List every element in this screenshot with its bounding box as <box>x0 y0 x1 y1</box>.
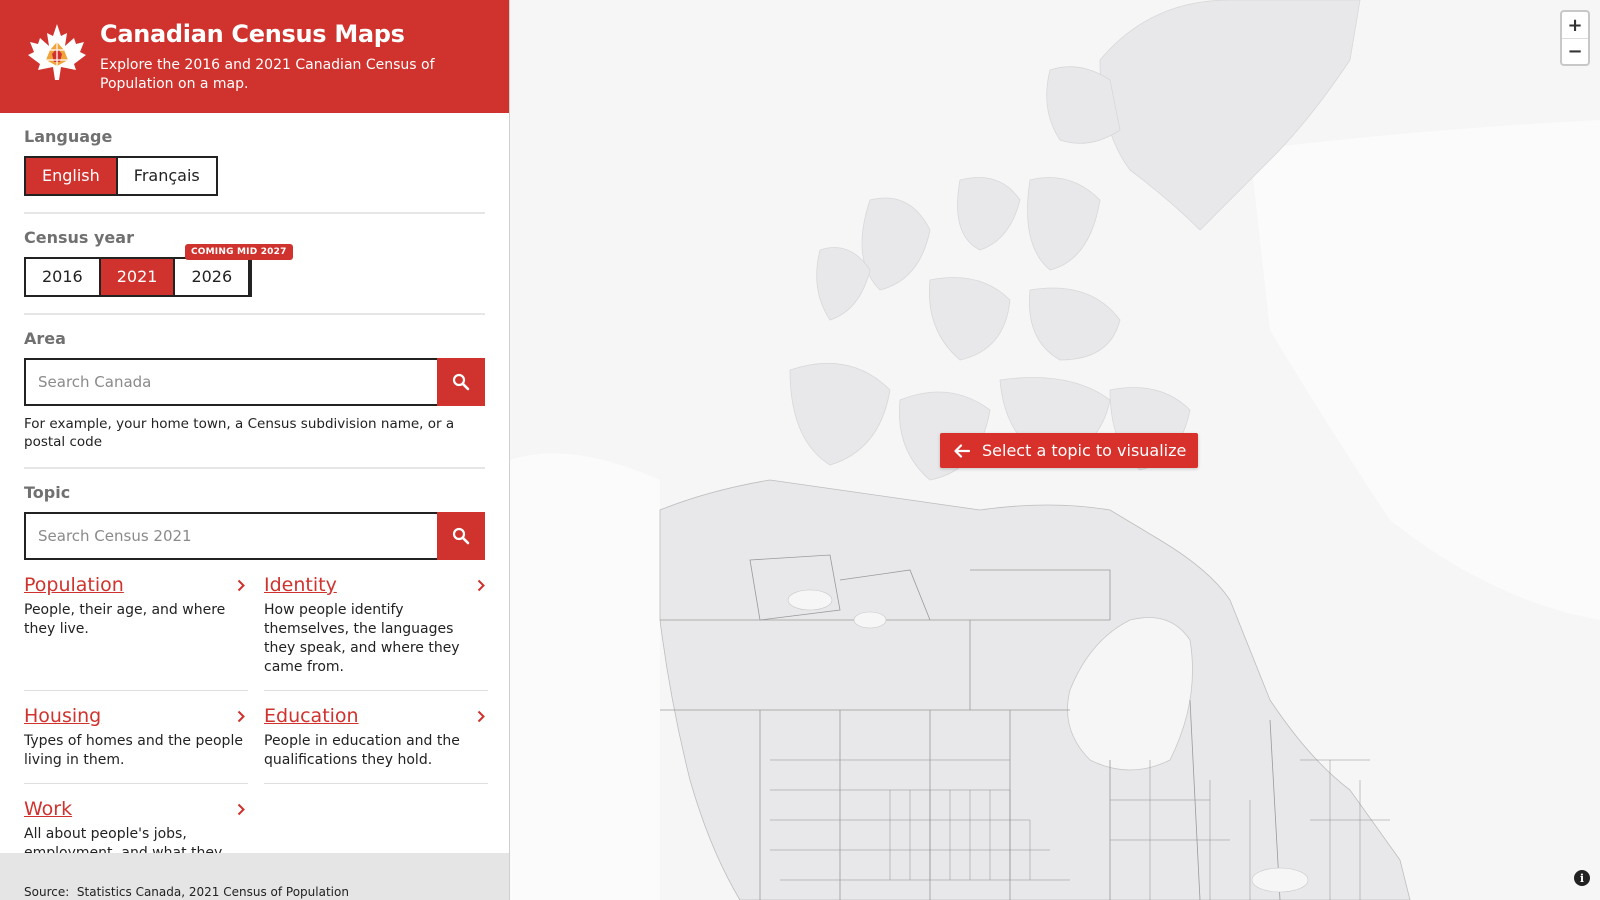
maple-leaf-logo <box>28 24 86 80</box>
topic-head: Work <box>24 798 248 820</box>
topic-education[interactable]: Education People in education and the qu… <box>264 705 488 784</box>
app-header: Canadian Census Maps Explore the 2016 an… <box>0 0 509 113</box>
zoom-out-button[interactable]: − <box>1562 38 1588 64</box>
topic-search-button[interactable] <box>437 512 485 560</box>
chevron-right-icon[interactable] <box>474 578 488 592</box>
topic-housing-link[interactable]: Housing <box>24 705 101 727</box>
census-year-section: Census year 2016 2021 2026 COMING MID 20… <box>24 214 485 315</box>
app-subtitle: Explore the 2016 and 2021 Canadian Censu… <box>100 57 435 92</box>
chevron-right-icon[interactable] <box>474 709 488 723</box>
topic-population[interactable]: Population People, their age, and where … <box>24 574 248 691</box>
app-title: Canadian Census Maps <box>100 20 405 48</box>
language-french-button[interactable]: Français <box>117 158 216 194</box>
arrow-left-icon <box>954 443 970 458</box>
area-section: Area Search Canada For example, your hom… <box>24 315 485 469</box>
search-icon <box>452 373 470 391</box>
area-search-button[interactable] <box>437 358 485 406</box>
header-text: Canadian Census Maps Explore the 2016 an… <box>100 18 485 94</box>
select-topic-label: Select a topic to visualize <box>982 441 1187 460</box>
census-year-toggle: 2016 2021 2026 COMING MID 2027 <box>24 244 293 297</box>
zoom-control: + − <box>1560 10 1590 66</box>
topic-head: Education <box>264 705 488 727</box>
topic-label: Topic <box>24 483 71 502</box>
language-english-button[interactable]: English <box>26 158 118 194</box>
topic-education-link[interactable]: Education <box>264 705 359 727</box>
topic-head: Housing <box>24 705 248 727</box>
sidebar-content: Language English Français Census year 20… <box>0 113 509 900</box>
year-2026-button[interactable]: 2026 <box>175 259 251 295</box>
year-2021-button[interactable]: 2021 <box>100 259 176 295</box>
app: Canadian Census Maps Explore the 2016 an… <box>0 0 1600 900</box>
sidebar: Canadian Census Maps Explore the 2016 an… <box>0 0 510 900</box>
source-text: Statistics Canada, 2021 Census of Popula… <box>76 885 349 899</box>
source-label: Source: <box>24 885 70 899</box>
select-topic-prompt[interactable]: Select a topic to visualize <box>940 433 1199 468</box>
map-view[interactable]: + − Select a topic to visualize i <box>510 0 1600 900</box>
topic-education-description: People in education and the qualificatio… <box>264 733 460 768</box>
topic-search-input[interactable]: Search Census 2021 <box>24 512 437 560</box>
topic-head: Identity <box>264 574 488 596</box>
topic-population-description: People, their age, and where they live. <box>24 602 226 637</box>
chevron-right-icon[interactable] <box>234 802 248 816</box>
topic-population-link[interactable]: Population <box>24 574 124 596</box>
chevron-right-icon[interactable] <box>234 709 248 723</box>
area-hint: For example, your home town, a Census su… <box>24 416 455 450</box>
topic-search: Search Census 2021 <box>24 512 485 560</box>
topic-housing-description: Types of homes and the people living in … <box>24 733 243 768</box>
zoom-in-button[interactable]: + <box>1562 12 1588 38</box>
area-label: Area <box>24 329 66 348</box>
topic-work-link[interactable]: Work <box>24 798 72 820</box>
language-toggle: English Français <box>24 156 218 196</box>
coming-soon-badge: COMING MID 2027 <box>185 244 293 260</box>
topic-section: Topic Search Census 2021 Population Peop… <box>24 469 488 900</box>
area-search: Search Canada <box>24 358 485 406</box>
language-section: Language English Français <box>24 113 485 214</box>
year-2016-button[interactable]: 2016 <box>26 259 101 295</box>
topic-identity-description: How people identify themselves, the lang… <box>264 602 460 675</box>
source-footer: Source: Statistics Canada, 2021 Census o… <box>0 853 509 900</box>
topic-housing[interactable]: Housing Types of homes and the people li… <box>24 705 248 784</box>
topic-identity-link[interactable]: Identity <box>264 574 337 596</box>
area-search-input[interactable]: Search Canada <box>24 358 437 406</box>
topic-head: Population <box>24 574 248 596</box>
info-icon[interactable]: i <box>1574 870 1590 886</box>
language-label: Language <box>24 127 113 146</box>
topic-identity[interactable]: Identity How people identify themselves,… <box>264 574 488 691</box>
topic-list: Population People, their age, and where … <box>24 574 488 900</box>
chevron-right-icon[interactable] <box>234 578 248 592</box>
search-icon <box>452 527 470 545</box>
